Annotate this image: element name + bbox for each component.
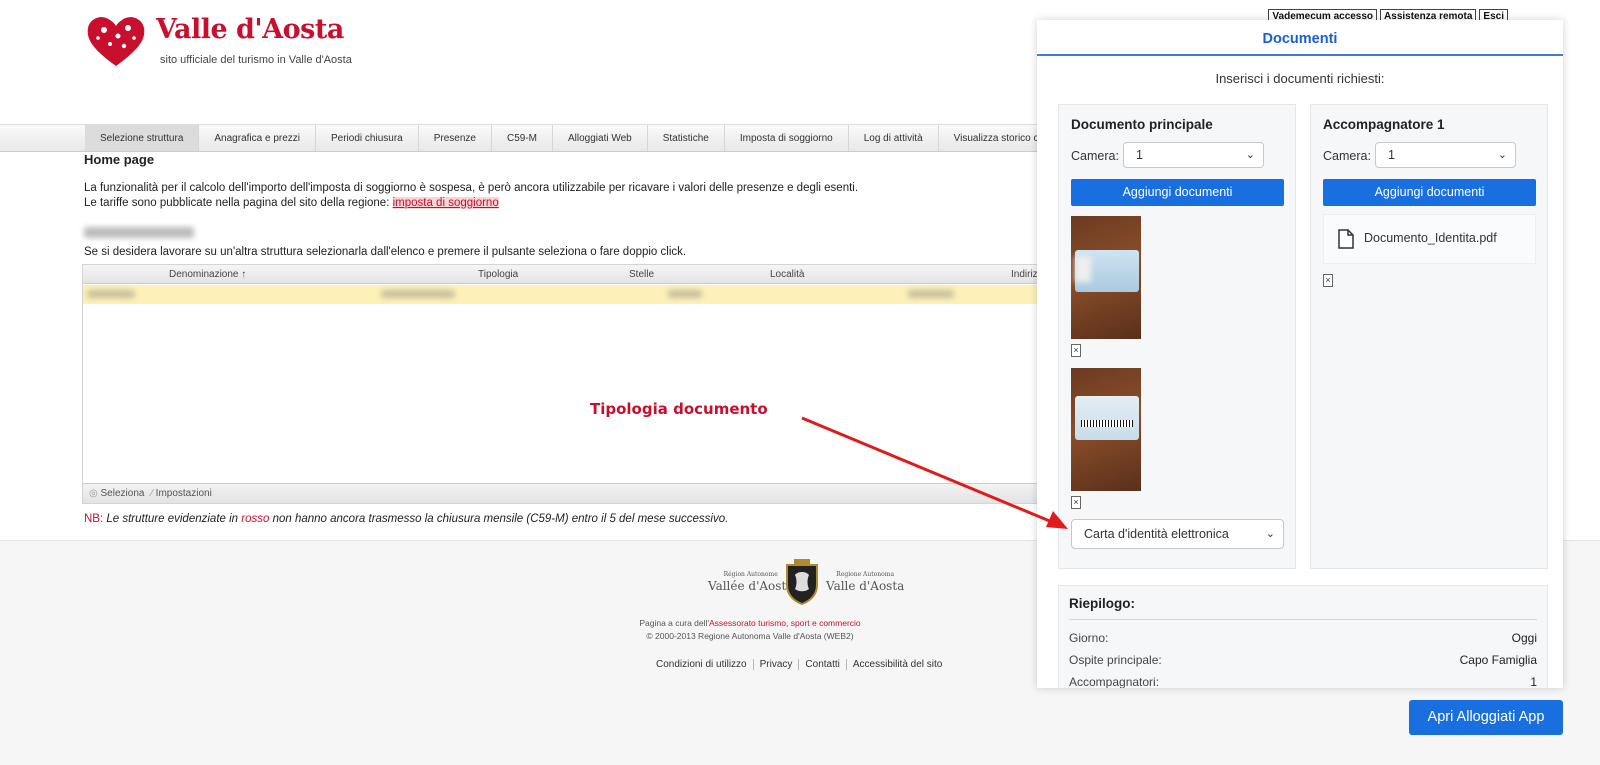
- select-circle-icon: ◎: [89, 488, 98, 499]
- file-icon: [1338, 229, 1354, 249]
- companion-card: Accompagnatore 1 Camera: 1 ⌄ Aggiungi do…: [1310, 104, 1548, 569]
- summary-box: Riepilogo: Giorno: Oggi Ospite principale…: [1058, 585, 1548, 688]
- chevron-down-icon: ⌄: [1497, 149, 1507, 161]
- page-title: Home page: [84, 152, 155, 167]
- brand-subtitle: sito ufficiale del turismo in Valle d'Ao…: [160, 54, 352, 66]
- document-photo-1[interactable]: [1071, 216, 1141, 339]
- nb-text-1: Le strutture evidenziate in: [103, 513, 242, 525]
- documents-panel: Documenti Inserisci i documenti richiest…: [1037, 20, 1563, 688]
- panel-instruction: Inserisci i documenti richiesti:: [1215, 71, 1385, 86]
- footer-links: Condizioni di utilizzo Privacy Contatti …: [656, 659, 948, 670]
- nb-label: NB:: [84, 513, 104, 525]
- tab-presenze[interactable]: Presenze: [419, 125, 492, 151]
- region-it-label: Regione Autonoma Valle d'Aosta: [826, 571, 905, 593]
- region-coat-of-arms-icon: [786, 559, 818, 605]
- add-documents-button-main[interactable]: Aggiungi documenti: [1071, 179, 1284, 206]
- add-documents-button-companion[interactable]: Aggiungi documenti: [1323, 179, 1536, 206]
- col-denominazione[interactable]: Denominazione ↑: [169, 265, 246, 284]
- main-document-title: Documento principale: [1071, 117, 1213, 132]
- tab-alloggiati-web[interactable]: Alloggiati Web: [553, 125, 648, 151]
- col-tipologia[interactable]: Tipologia: [478, 265, 518, 284]
- tab-periodi-chiusura[interactable]: Periodi chiusura: [316, 125, 419, 151]
- imposta-soggiorno-link[interactable]: imposta di soggiorno: [392, 197, 499, 209]
- seleziona-button[interactable]: Seleziona: [101, 488, 145, 499]
- footer-link-privacy[interactable]: Privacy: [754, 659, 800, 670]
- col-indirizzo[interactable]: Indiriz: [1011, 265, 1038, 284]
- main-document-card: Documento principale Camera: 1 ⌄ Aggiung…: [1058, 104, 1296, 569]
- footer-link-contatti[interactable]: Contatti: [799, 659, 847, 670]
- summary-title: Riepilogo:: [1069, 596, 1135, 611]
- panel-title: Documenti: [1037, 20, 1563, 56]
- uploaded-file-row[interactable]: Documento_Identita.pdf: [1323, 214, 1536, 264]
- footer-link-accessibilita[interactable]: Accessibilità del sito: [847, 659, 948, 670]
- annotation-label: Tipologia documento: [590, 400, 768, 418]
- table-footer: ◎ Seleziona ⁄ Impostazioni: [83, 483, 1069, 503]
- document-photo-2[interactable]: [1071, 368, 1141, 491]
- region-fr-label: Région Autonome Vallée d'Aoste: [708, 571, 794, 593]
- blurred-structure-name: [84, 227, 194, 238]
- main-content: Home page La funzionalità per il calcolo…: [84, 150, 1064, 260]
- camera-label: Camera:: [1323, 149, 1371, 163]
- tariff-text: Le tariffe sono pubblicate nella pagina …: [84, 197, 393, 209]
- remove-photo-1-button[interactable]: ×: [1071, 344, 1081, 357]
- nb-text-2: non hanno ancora trasmesso la chiusura m…: [269, 513, 729, 525]
- info-paragraph: La funzionalità per il calcolo dell'impo…: [84, 182, 859, 194]
- structures-table: Denominazione ↑ Tipologia Stelle Localit…: [82, 264, 1070, 504]
- tab-log-attivita[interactable]: Log di attività: [849, 125, 939, 151]
- brand-heart-logo: [87, 17, 145, 66]
- instruction-text: Se si desidera lavorare su un'altra stru…: [84, 246, 687, 258]
- nb-red-word: rosso: [241, 513, 270, 525]
- companion-title: Accompagnatore 1: [1323, 117, 1445, 132]
- footer-link-condizioni[interactable]: Condizioni di utilizzo: [656, 659, 754, 670]
- tariff-paragraph: Le tariffe sono pubblicate nella pagina …: [84, 196, 1064, 211]
- col-localita[interactable]: Località: [770, 265, 804, 284]
- camera-select-companion[interactable]: 1 ⌄: [1375, 142, 1516, 168]
- nb-note: NB: Le strutture evidenziate in rosso no…: [84, 513, 728, 525]
- chevron-down-icon: ⌄: [1245, 149, 1255, 161]
- tab-imposta-soggiorno[interactable]: Imposta di soggiorno: [725, 125, 849, 151]
- brand-name: Valle d'Aosta: [156, 14, 344, 45]
- tab-c59m[interactable]: C59-M: [492, 125, 553, 151]
- col-stelle[interactable]: Stelle: [629, 265, 654, 284]
- remove-photo-2-button[interactable]: ×: [1071, 496, 1081, 509]
- summary-row-accompagnatori: Accompagnatori: 1: [1069, 675, 1537, 688]
- file-name: Documento_Identita.pdf: [1364, 231, 1497, 245]
- tab-statistiche[interactable]: Statistiche: [648, 125, 725, 151]
- remove-file-button[interactable]: ×: [1323, 274, 1333, 287]
- document-type-select[interactable]: Carta d'identità elettronica ⌄: [1071, 519, 1284, 549]
- chevron-down-icon: ⌄: [1265, 528, 1275, 540]
- main-nav: Selezione struttura Anagrafica e prezzi …: [0, 124, 1070, 152]
- tab-anagrafica-prezzi[interactable]: Anagrafica e prezzi: [199, 125, 316, 151]
- pencil-icon: ⁄: [151, 488, 153, 499]
- camera-label: Camera:: [1071, 149, 1119, 163]
- summary-row-ospite: Ospite principale: Capo Famiglia: [1069, 653, 1537, 667]
- table-header: Denominazione ↑ Tipologia Stelle Localit…: [83, 265, 1069, 284]
- camera-select-main[interactable]: 1 ⌄: [1123, 142, 1264, 168]
- open-alloggiati-app-button[interactable]: Apri Alloggiati App: [1409, 700, 1563, 735]
- assessorato-link[interactable]: Assessorato turismo, sport e commercio: [709, 618, 861, 628]
- table-row[interactable]: [83, 285, 1069, 304]
- summary-row-giorno: Giorno: Oggi: [1069, 631, 1537, 645]
- impostazioni-button[interactable]: Impostazioni: [156, 488, 212, 499]
- tab-selezione-struttura[interactable]: Selezione struttura: [85, 125, 200, 151]
